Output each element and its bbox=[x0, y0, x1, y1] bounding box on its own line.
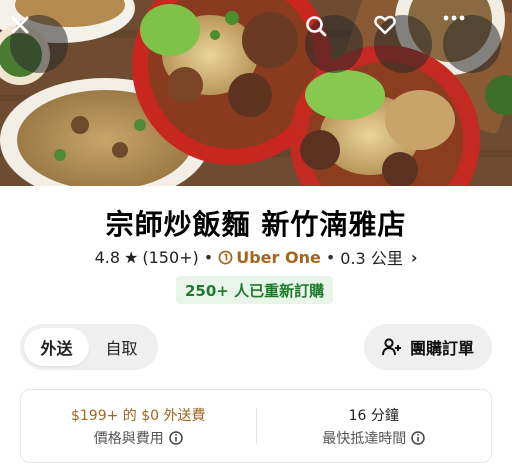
heart-icon bbox=[374, 15, 396, 35]
reorder-badge: 250+ 人已重新訂購 bbox=[176, 276, 334, 304]
favorite-button[interactable] bbox=[374, 15, 432, 73]
review-count: (150+) bbox=[142, 247, 199, 267]
separator: • bbox=[325, 247, 336, 267]
eta-info[interactable]: 16 分鐘 最快抵達時間 bbox=[257, 405, 492, 448]
close-icon bbox=[11, 16, 29, 34]
group-order-button[interactable]: 團購訂單 bbox=[364, 324, 492, 370]
eta-sub-label: 最快抵達時間 bbox=[322, 430, 407, 447]
separator: • bbox=[203, 247, 214, 267]
store-name: 宗師炒飯麵 新竹湳雅店 bbox=[105, 208, 407, 241]
more-options-button[interactable] bbox=[443, 15, 501, 73]
search-button[interactable] bbox=[305, 15, 363, 73]
delivery-info-card: $199+ 的 $0 外送費 價格與費用 16 分鐘 最快抵達時間 bbox=[20, 389, 492, 463]
fee-info[interactable]: $199+ 的 $0 外送費 價格與費用 bbox=[21, 405, 256, 448]
tab-pickup[interactable]: 自取 bbox=[89, 328, 154, 366]
store-hero-image bbox=[0, 0, 512, 186]
eta-main: 16 分鐘 bbox=[348, 407, 399, 424]
distance: 0.3 公里 bbox=[340, 249, 403, 268]
more-icon bbox=[443, 15, 465, 21]
info-icon bbox=[411, 430, 425, 445]
close-button[interactable] bbox=[10, 15, 68, 73]
fee-sub: 價格與費用 bbox=[94, 428, 183, 448]
rating-value: 4.8 bbox=[94, 247, 121, 267]
chevron-right-icon: › bbox=[410, 247, 418, 267]
fee-sub-label: 價格與費用 bbox=[93, 430, 164, 447]
info-icon bbox=[169, 430, 183, 445]
uber-one-icon bbox=[218, 250, 233, 264]
add-person-icon bbox=[381, 338, 401, 356]
tab-delivery[interactable]: 外送 bbox=[24, 328, 89, 366]
search-icon bbox=[306, 16, 327, 37]
group-order-label: 團購訂單 bbox=[409, 339, 474, 358]
store-meta-row[interactable]: 4.8 ★ (150+) • Uber One • 0.3 公里 › bbox=[0, 245, 512, 269]
delivery-mode-toggle[interactable]: 外送 自取 bbox=[20, 324, 158, 370]
food-photo bbox=[0, 0, 512, 186]
uber-one-label: Uber One bbox=[236, 247, 321, 267]
eta-sub: 最快抵達時間 bbox=[322, 428, 425, 448]
star-icon: ★ bbox=[124, 247, 139, 267]
fee-main: $199+ 的 $0 外送費 bbox=[70, 407, 206, 424]
uber-one-badge: Uber One bbox=[218, 248, 321, 267]
